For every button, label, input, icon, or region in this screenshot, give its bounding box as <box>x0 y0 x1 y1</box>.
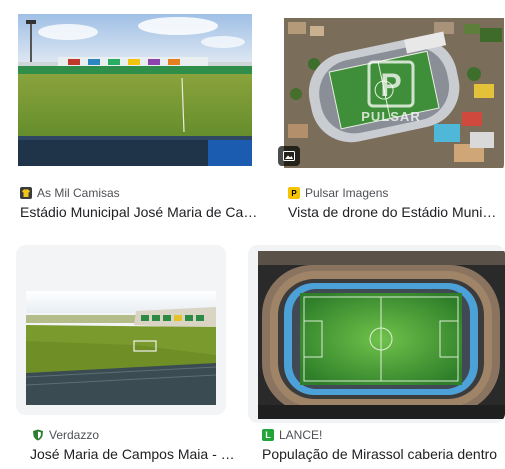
result-title-1[interactable]: Estádio Municipal José Maria de Campos M… <box>20 204 258 220</box>
result-source-2[interactable]: P Pulsar Imagens <box>288 186 388 200</box>
result-image-1[interactable] <box>8 4 252 180</box>
result-source-3[interactable]: Verdazzo <box>32 428 99 442</box>
result-title-4[interactable]: População de Mirassol caberia dentro <box>262 446 504 462</box>
stadium-photo-1 <box>8 4 252 180</box>
source-label: As Mil Camisas <box>37 186 120 200</box>
result-image-3[interactable] <box>16 245 226 415</box>
shirt-icon <box>20 187 32 199</box>
result-image-4[interactable] <box>248 245 505 423</box>
pulsar-p-icon: P <box>288 187 300 199</box>
stadium-night-photo <box>248 245 505 423</box>
shield-icon <box>32 429 44 441</box>
watermark-letter: P <box>380 67 401 103</box>
stadium-photo-3 <box>16 245 226 415</box>
result-title-3[interactable]: José Maria de Campos Maia - Mirassol <box>30 446 236 462</box>
result-source-1[interactable]: As Mil Camisas <box>20 186 120 200</box>
result-title-2[interactable]: Vista de drone do Estádio Municipal José… <box>288 204 502 220</box>
image-icon <box>278 146 300 166</box>
source-label: Pulsar Imagens <box>305 186 389 200</box>
source-label: Verdazzo <box>49 428 100 442</box>
result-image-2[interactable]: P PULSAR <box>274 4 504 174</box>
stadium-aerial-photo: P PULSAR <box>274 4 504 174</box>
result-source-4[interactable]: L LANCE! <box>262 428 322 442</box>
lance-icon: L <box>262 429 274 441</box>
watermark-text: PULSAR <box>361 109 420 124</box>
source-label: LANCE! <box>279 428 323 442</box>
